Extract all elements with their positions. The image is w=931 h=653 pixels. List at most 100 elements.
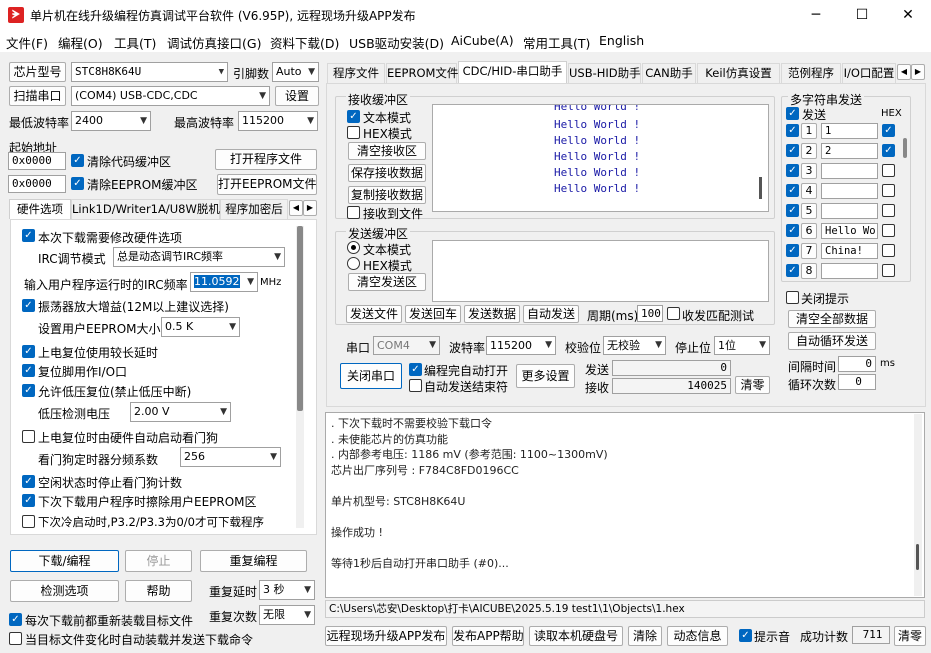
menu-usb-driver[interactable]: USB驱动安装(D) xyxy=(349,33,444,52)
multi-string-input[interactable]: 1 xyxy=(821,123,878,139)
loop-count-input[interactable]: 0 xyxy=(838,374,876,390)
osc-gain-checkbox[interactable]: ✓ xyxy=(22,299,35,312)
clear-log-button[interactable]: 清除 xyxy=(628,626,662,646)
tab-encryption[interactable]: 程序加密后 xyxy=(220,199,288,219)
multi-hex-checkbox[interactable] xyxy=(882,184,895,197)
send-data-button[interactable]: 发送数据 xyxy=(464,305,520,323)
match-test-checkbox[interactable] xyxy=(667,307,680,320)
send-hex-mode-radio[interactable] xyxy=(347,257,360,270)
tab-offline-writer[interactable]: Link1D/Writer1A/U8W脱机 xyxy=(71,199,220,219)
tab-hardware-options[interactable]: 硬件选项 xyxy=(9,199,71,219)
menu-program[interactable]: 编程(O) xyxy=(58,33,103,52)
minimize-button[interactable]: ─ xyxy=(793,0,839,30)
tab-eeprom-file[interactable]: EEPROM文件 xyxy=(386,63,458,83)
multi-send-row-button[interactable]: 7 xyxy=(801,243,817,259)
receive-textarea[interactable]: Hello World ! Hello World ! Hello World … xyxy=(432,104,769,212)
send-enter-button[interactable]: 发送回车 xyxy=(405,305,461,323)
multi-send-checkbox[interactable]: ✓ xyxy=(786,144,799,157)
multi-hex-checkbox[interactable] xyxy=(882,204,895,217)
detect-options-button[interactable]: 检测选项 xyxy=(10,580,119,602)
multi-send-row-button[interactable]: 4 xyxy=(801,183,817,199)
multi-string-input[interactable] xyxy=(821,183,878,199)
multi-send-row-button[interactable]: 6 xyxy=(801,223,817,239)
tab-can[interactable]: CAN助手 xyxy=(642,63,696,83)
clear-counts-button[interactable]: 清零 xyxy=(735,376,770,394)
chip-type-button[interactable]: 芯片型号 xyxy=(9,62,66,82)
irc-freq-select[interactable]: 11.0592 ▼ xyxy=(190,272,258,292)
multi-hex-checkbox[interactable] xyxy=(882,164,895,177)
power-delay-checkbox[interactable]: ✓ xyxy=(22,345,35,358)
min-baud-select[interactable]: 2400 ▼ xyxy=(71,111,151,131)
irc-mode-select[interactable]: 总是动态调节IRC频率 ▼ xyxy=(113,247,285,267)
multi-string-input[interactable]: China! xyxy=(821,243,878,259)
download-program-button[interactable]: 下载/编程 xyxy=(10,550,119,572)
zero-success-button[interactable]: 清零 xyxy=(894,626,926,646)
wdt-div-select[interactable]: 256 ▼ xyxy=(180,447,281,467)
open-program-file-button[interactable]: 打开程序文件 xyxy=(215,149,317,170)
auto-send-end-checkbox[interactable] xyxy=(409,379,422,392)
auto-loop-send-button[interactable]: 自动循环发送 xyxy=(788,332,876,350)
auto-send-button[interactable]: 自动发送 xyxy=(523,305,579,323)
maximize-button[interactable]: ☐ xyxy=(839,0,885,30)
pin-count-select[interactable]: Auto ▼ xyxy=(272,62,319,82)
repeat-delay-select[interactable]: 3 秒 ▼ xyxy=(259,580,315,600)
multi-hex-checkbox[interactable] xyxy=(882,244,895,257)
interval-input[interactable]: 0 xyxy=(838,356,876,372)
chip-type-select[interactable]: STC8H8K64U ▼ xyxy=(71,62,228,82)
multi-send-checkbox[interactable]: ✓ xyxy=(786,124,799,137)
multi-send-all-checkbox[interactable]: ✓ xyxy=(786,107,799,120)
menu-downloads[interactable]: 资料下载(D) xyxy=(270,33,339,52)
period-input[interactable]: 100 xyxy=(637,305,663,322)
multi-send-checkbox[interactable]: ✓ xyxy=(786,244,799,257)
multi-send-checkbox[interactable]: ✓ xyxy=(786,184,799,197)
open-eeprom-file-button[interactable]: 打开EEPROM文件 xyxy=(217,174,317,195)
idle-stop-wdt-checkbox[interactable]: ✓ xyxy=(22,475,35,488)
send-file-button[interactable]: 发送文件 xyxy=(346,305,402,323)
menu-tools[interactable]: 工具(T) xyxy=(114,33,156,52)
clear-send-button[interactable]: 清空发送区 xyxy=(348,273,426,291)
tab-keil-sim[interactable]: Keil仿真设置 xyxy=(697,63,780,83)
menu-common-tools[interactable]: 常用工具(T) xyxy=(523,33,590,52)
modify-hw-checkbox[interactable]: ✓ xyxy=(22,229,35,242)
serial-port-select[interactable]: COM4 ▼ xyxy=(373,336,440,355)
multi-send-checkbox[interactable]: ✓ xyxy=(786,164,799,177)
tab-scroll-right-icon[interactable]: ▶ xyxy=(911,64,925,80)
more-settings-button[interactable]: 更多设置 xyxy=(516,364,575,388)
multi-string-input[interactable]: 2 xyxy=(821,143,878,159)
erase-eeprom-checkbox[interactable]: ✓ xyxy=(22,494,35,507)
menu-english[interactable]: English xyxy=(599,33,644,48)
tab-io-config[interactable]: I/O口配置 xyxy=(842,63,896,83)
clear-code-checkbox[interactable]: ✓ xyxy=(71,154,84,167)
clear-receive-button[interactable]: 清空接收区 xyxy=(348,142,426,160)
publish-help-button[interactable]: 发布APP帮助 xyxy=(452,626,524,646)
read-disk-id-button[interactable]: 读取本机硬盘号 xyxy=(529,626,623,646)
recv-hex-mode-checkbox[interactable] xyxy=(347,126,360,139)
close-port-button[interactable]: 关闭串口 xyxy=(340,363,402,389)
dynamic-info-button[interactable]: 动态信息 xyxy=(667,626,728,646)
multi-send-checkbox[interactable]: ✓ xyxy=(786,204,799,217)
recv-to-file-checkbox[interactable] xyxy=(347,206,360,219)
parity-select[interactable]: 无校验 ▼ xyxy=(603,336,666,355)
tab-program-file[interactable]: 程序文件 xyxy=(327,63,385,83)
help-button[interactable]: 帮助 xyxy=(125,580,192,602)
code-address-input[interactable]: 0x0000 xyxy=(8,152,66,170)
remote-upgrade-button[interactable]: 远程现场升级APP发布 xyxy=(325,626,447,646)
multi-string-input[interactable]: Hello Wor xyxy=(821,223,878,239)
max-baud-select[interactable]: 115200 ▼ xyxy=(238,111,318,131)
menu-aicube[interactable]: AiCube(A) xyxy=(451,33,514,48)
recv-text-mode-checkbox[interactable]: ✓ xyxy=(347,110,360,123)
multi-send-row-button[interactable]: 2 xyxy=(801,143,817,159)
auto-open-checkbox[interactable]: ✓ xyxy=(409,363,422,376)
log-scrollbar[interactable] xyxy=(914,414,922,596)
repeat-count-select[interactable]: 无限 ▼ xyxy=(259,605,315,625)
wdt-auto-checkbox[interactable] xyxy=(22,430,35,443)
eeprom-address-input[interactable]: 0x0000 xyxy=(8,175,66,193)
multi-string-input[interactable] xyxy=(821,163,878,179)
save-receive-button[interactable]: 保存接收数据 xyxy=(348,164,426,182)
reprogram-button[interactable]: 重复编程 xyxy=(200,550,307,572)
clear-eeprom-checkbox[interactable]: ✓ xyxy=(71,177,84,190)
menu-debug-interface[interactable]: 调试仿真接口(G) xyxy=(167,33,261,52)
multi-hex-checkbox[interactable]: ✓ xyxy=(882,124,895,137)
tab-examples[interactable]: 范例程序 xyxy=(781,63,841,83)
p32-p33-checkbox[interactable] xyxy=(22,515,35,528)
